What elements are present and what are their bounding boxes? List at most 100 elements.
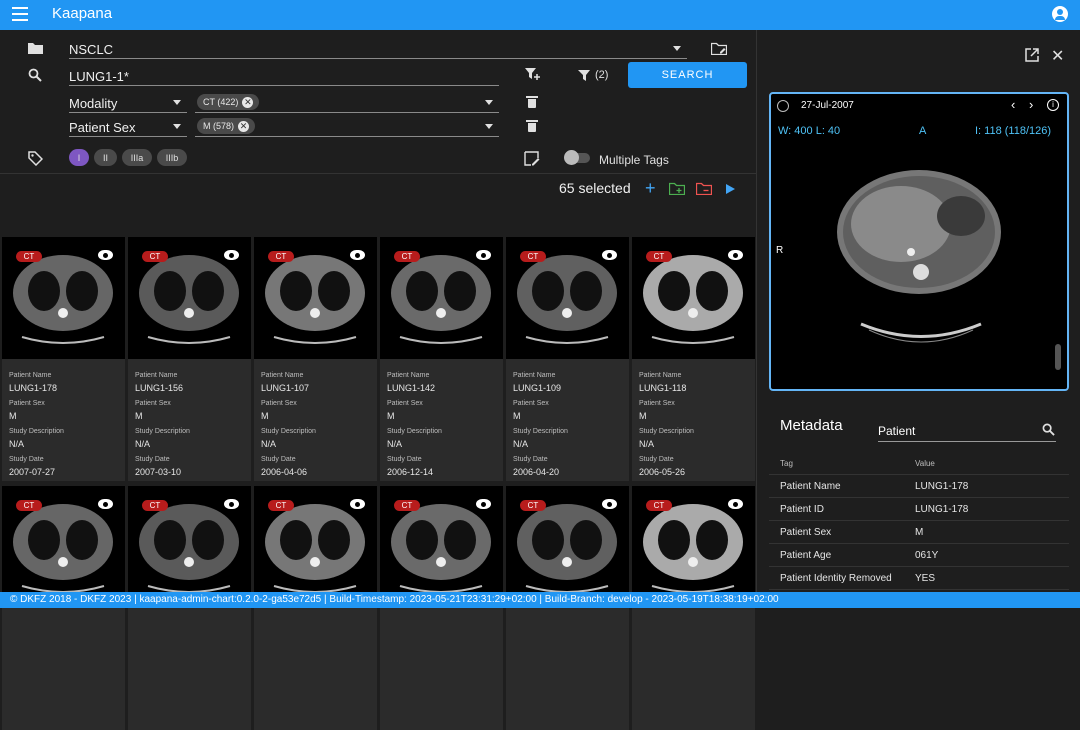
detail-panel: ✕ 27-Jul-2007 ‹ › i W: 400 L: 40 A I: 11… (756, 30, 1080, 592)
viewer-date: 27-Jul-2007 (801, 100, 854, 111)
collection-select[interactable]: NSCLC (69, 42, 687, 59)
eye-icon[interactable] (350, 250, 365, 260)
eye-icon[interactable] (476, 250, 491, 260)
patient-sex-label: Patient Sex (513, 400, 549, 407)
tag-chip-iiib[interactable]: IIIb (157, 149, 187, 166)
series-card[interactable]: CT Patient Name LUNG1-156 Patient Sex M Study… (128, 237, 251, 481)
patient-sex-value: M (261, 411, 269, 421)
eye-icon[interactable] (602, 250, 617, 260)
metadata-tag: Patient Name (780, 480, 841, 492)
viewer-select-radio[interactable] (777, 100, 789, 112)
study-date-value: 2007-07-27 (9, 467, 56, 477)
series-card[interactable]: CT Patient Name LUNG1-178 Patient Sex M Study… (2, 237, 125, 481)
play-icon[interactable] (725, 184, 735, 194)
card-metadata: Patient Name LUNG1-142 Patient Sex M Study D… (387, 367, 442, 479)
patient-name-value: LUNG1-178 (9, 383, 58, 393)
add-filter-icon[interactable] (525, 67, 541, 81)
eye-icon[interactable] (728, 499, 743, 509)
metadata-row: Patient Name LUNG1-178 (769, 475, 1069, 498)
eye-icon[interactable] (224, 499, 239, 509)
series-card[interactable]: CT (254, 486, 377, 730)
series-card[interactable]: CT Patient Name LUNG1-107 Patient Sex M Study… (254, 237, 377, 481)
eye-icon[interactable] (98, 499, 113, 509)
metadata-header-row: Tag Value (769, 453, 1069, 475)
modality-badge: CT (520, 500, 546, 511)
modality-badge: CT (394, 500, 420, 511)
modality-chip-label: CT (422) (203, 97, 239, 107)
delete-icon[interactable] (526, 96, 538, 108)
eye-icon[interactable] (728, 250, 743, 260)
modality-field-select[interactable]: Modality (69, 96, 187, 113)
edit-note-icon[interactable] (524, 151, 540, 166)
open-external-icon[interactable] (1025, 48, 1039, 62)
series-card[interactable]: CT Patient Name LUNG1-118 Patient Sex M Study… (632, 237, 755, 481)
patient-sex-value: M (387, 411, 395, 421)
metadata-row: Patient Sex M (769, 521, 1069, 544)
filter-icon (578, 69, 590, 81)
multiple-tags-label: Multiple Tags (599, 153, 669, 167)
chevron-down-icon (673, 46, 681, 51)
dicom-viewer[interactable]: 27-Jul-2007 ‹ › i W: 400 L: 40 A I: 118 … (769, 92, 1069, 391)
chevron-down-icon (485, 100, 493, 105)
close-icon[interactable]: ✕ (1051, 46, 1064, 66)
prev-icon[interactable]: ‹ (1011, 97, 1015, 112)
search-button[interactable]: SEARCH (628, 62, 747, 88)
series-card[interactable]: CT (128, 486, 251, 730)
study-date-value: 2006-05-26 (639, 467, 686, 477)
metadata-row: Patient Identity Removed YES (769, 567, 1069, 590)
folder-icon (28, 43, 43, 54)
modality-chip[interactable]: CT (422) ✕ (197, 94, 260, 110)
patient-name-label: Patient Name (9, 372, 52, 379)
info-icon[interactable]: i (1047, 99, 1059, 111)
metadata-search-input[interactable]: Patient (878, 421, 1056, 442)
study-description-value: N/A (513, 439, 529, 449)
series-card[interactable]: CT (632, 486, 755, 730)
eye-icon[interactable] (602, 499, 617, 509)
patient-sex-label: Patient Sex (261, 400, 297, 407)
tag-chip-iiia[interactable]: IIIa (122, 149, 152, 166)
multiple-tags-toggle[interactable] (564, 150, 590, 165)
close-icon[interactable]: ✕ (242, 96, 254, 108)
series-card[interactable]: CT Patient Name LUNG1-142 Patient Sex M Study… (380, 237, 503, 481)
delete-icon[interactable] (526, 120, 538, 132)
eye-icon[interactable] (98, 250, 113, 260)
chevron-down-icon (485, 124, 493, 129)
series-card[interactable]: CT (2, 486, 125, 730)
slice-index: I: 118 (118/126) (975, 125, 1052, 137)
series-card[interactable]: CT Patient Name LUNG1-109 Patient Sex M Study… (506, 237, 629, 481)
study-description-label: Study Description (513, 428, 568, 435)
eye-icon[interactable] (350, 499, 365, 509)
tag-icon (28, 151, 43, 166)
remove-from-folder-icon[interactable] (696, 182, 712, 195)
study-description-label: Study Description (9, 428, 64, 435)
study-date-label: Study Date (135, 456, 170, 463)
metadata-value: LUNG1-178 (915, 503, 969, 515)
query-input[interactable]: LUNG1-1* (69, 69, 499, 86)
tag-chip-i[interactable]: I (69, 149, 89, 166)
series-card[interactable]: CT (506, 486, 629, 730)
close-icon[interactable]: ✕ (238, 120, 250, 132)
study-description-label: Study Description (135, 428, 190, 435)
series-card[interactable]: CT (380, 486, 503, 730)
sex-chip[interactable]: M (578) ✕ (197, 118, 256, 134)
col-value-header: Value (915, 459, 935, 468)
folder-edit-icon[interactable] (711, 42, 727, 55)
account-icon[interactable] (1052, 6, 1068, 22)
divider (0, 173, 756, 174)
modality-badge: CT (268, 251, 294, 262)
metadata-value: YES (915, 572, 936, 584)
patient-name-value: LUNG1-107 (261, 383, 310, 393)
viewer-scrollbar[interactable] (1055, 344, 1061, 370)
eye-icon[interactable] (224, 250, 239, 260)
add-to-folder-icon[interactable] (669, 182, 685, 195)
search-icon[interactable] (1042, 423, 1055, 436)
next-icon[interactable]: › (1029, 97, 1033, 112)
menu-icon[interactable] (12, 7, 28, 21)
study-description-value: N/A (9, 439, 25, 449)
tag-chip-ii[interactable]: II (94, 149, 117, 166)
sex-field-select[interactable]: Patient Sex (69, 120, 187, 137)
eye-icon[interactable] (476, 499, 491, 509)
metadata-search-value: Patient (878, 424, 916, 438)
filter-count-button[interactable]: (2) (578, 67, 608, 83)
add-icon[interactable]: + (645, 179, 656, 197)
